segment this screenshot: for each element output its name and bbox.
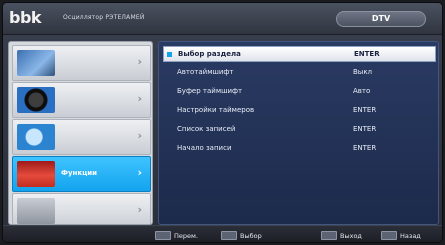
option-label: Автотаймшифт (177, 68, 234, 76)
chevron-right-icon: › (137, 129, 142, 142)
hint-select: Выбор (221, 231, 262, 241)
option-value: ENTER (353, 144, 377, 152)
option-label: Выбор раздела (178, 50, 241, 58)
hint-exit: Выход (321, 231, 362, 241)
function-icon (17, 161, 55, 187)
option-row-timer-settings[interactable]: Настройки таймеров ENTER (163, 103, 436, 119)
option-row-auto-timeshift[interactable]: Автотаймшифт Выкл (163, 65, 436, 81)
back-key-icon (381, 231, 397, 240)
option-value: ENTER (353, 106, 377, 114)
tv-screen: bbk Осциллятор РЭТЕЛАМЕЙ DTV › › › Функц… (2, 2, 443, 243)
functions-panel: Выбор раздела ENTER Автотаймшифт Выкл Бу… (158, 41, 439, 225)
menu-item-picture[interactable]: › (12, 45, 151, 81)
picture-icon (17, 50, 55, 76)
menu-title: Осциллятор РЭТЕЛАМЕЙ (63, 14, 145, 21)
menu-item-lock[interactable]: › (12, 193, 151, 224)
setup-icon (17, 124, 55, 150)
option-value: Выкл (353, 68, 373, 76)
menu-item-label: Функции (61, 169, 98, 177)
top-bar: bbk Осциллятор РЭТЕЛАМЕЙ DTV (3, 3, 442, 35)
option-value: ENTER (353, 125, 377, 133)
source-badge: DTV (336, 11, 426, 27)
brand-logo: bbk (9, 8, 42, 27)
option-label: Начало записи (177, 144, 232, 152)
hint-bar: Перем. Выбор Выход Назад (3, 225, 442, 242)
hint-back: Назад (381, 231, 421, 241)
option-row-section-select[interactable]: Выбор раздела ENTER (163, 46, 436, 62)
option-value: ENTER (354, 50, 380, 58)
option-row-timeshift-buffer[interactable]: Буфер таймшифт Авто (163, 84, 436, 100)
chevron-right-icon: › (137, 92, 142, 105)
menu-item-functions[interactable]: Функции › (12, 156, 151, 192)
menu-item-sound[interactable]: › (12, 82, 151, 118)
exit-key-icon (321, 231, 337, 240)
option-row-start-recording[interactable]: Начало записи ENTER (163, 141, 436, 157)
hint-back-label: Назад (400, 232, 421, 240)
option-row-record-list[interactable]: Список записей ENTER (163, 122, 436, 138)
option-label: Настройки таймеров (177, 106, 255, 114)
chevron-right-icon: › (137, 203, 142, 216)
main-menu: › › › Функции › › (8, 41, 153, 225)
menu-item-setup[interactable]: › (12, 119, 151, 155)
hint-move-label: Перем. (174, 232, 198, 240)
hint-select-label: Выбор (240, 232, 262, 240)
bullet-icon (167, 52, 172, 57)
hint-exit-label: Выход (340, 232, 362, 240)
option-label: Список записей (177, 125, 236, 133)
hint-move: Перем. (155, 231, 198, 241)
option-label: Буфер таймшифт (177, 87, 243, 95)
chevron-right-icon: › (137, 166, 142, 179)
sound-icon (17, 87, 55, 113)
option-value: Авто (353, 87, 371, 95)
move-key-icon (155, 231, 171, 240)
chevron-right-icon: › (137, 55, 142, 68)
select-key-icon (221, 231, 237, 240)
lock-icon (17, 198, 55, 224)
